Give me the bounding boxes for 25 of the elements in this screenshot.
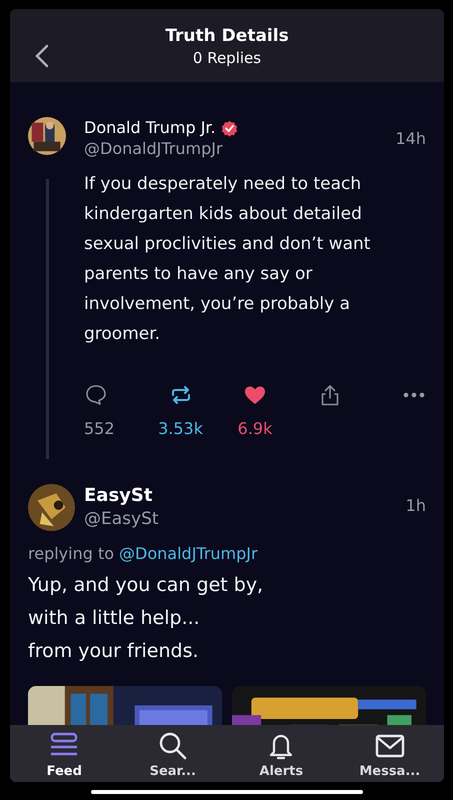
post-time: 14h xyxy=(396,129,426,148)
author-name[interactable]: EasySt xyxy=(84,484,152,508)
avatar[interactable] xyxy=(28,484,75,531)
reply-count: 0 Replies xyxy=(192,48,262,68)
back-icon[interactable] xyxy=(35,44,49,68)
repost-count: 3.53k xyxy=(158,419,203,439)
like-count: 6.9k xyxy=(238,419,272,439)
post-text: If you desperately need to teach kindergarten kids about detailed sexual proclivities and don’t want parents to have any say or involvement, you’re probably a groomer. xyxy=(84,173,372,346)
reply-icon[interactable] xyxy=(84,383,108,407)
avatar[interactable] xyxy=(28,117,66,155)
reply-count: 552 xyxy=(84,419,115,439)
tab-item[interactable]: Sear... xyxy=(128,731,218,779)
mention-link[interactable]: @DonaldJTrumpJr xyxy=(119,543,258,565)
replying-label: replying to xyxy=(28,543,114,565)
search-icon xyxy=(158,731,188,761)
user-handle[interactable]: @EasySt xyxy=(84,508,159,530)
tab-item[interactable]: Messa... xyxy=(344,731,435,779)
tab-item[interactable]: Alerts xyxy=(236,731,326,779)
tab-item[interactable]: Feed xyxy=(19,731,110,779)
post-text: Yup, and you can get by, with a little help... from your friends. xyxy=(28,573,264,664)
author-name[interactable]: Donald Trump Jr. xyxy=(84,117,216,139)
user-handle[interactable]: @DonaldJTrumpJr xyxy=(84,139,238,159)
share-icon[interactable] xyxy=(318,383,340,407)
screen-title: Truth Details xyxy=(165,24,289,46)
post-time: 1h xyxy=(406,496,426,515)
